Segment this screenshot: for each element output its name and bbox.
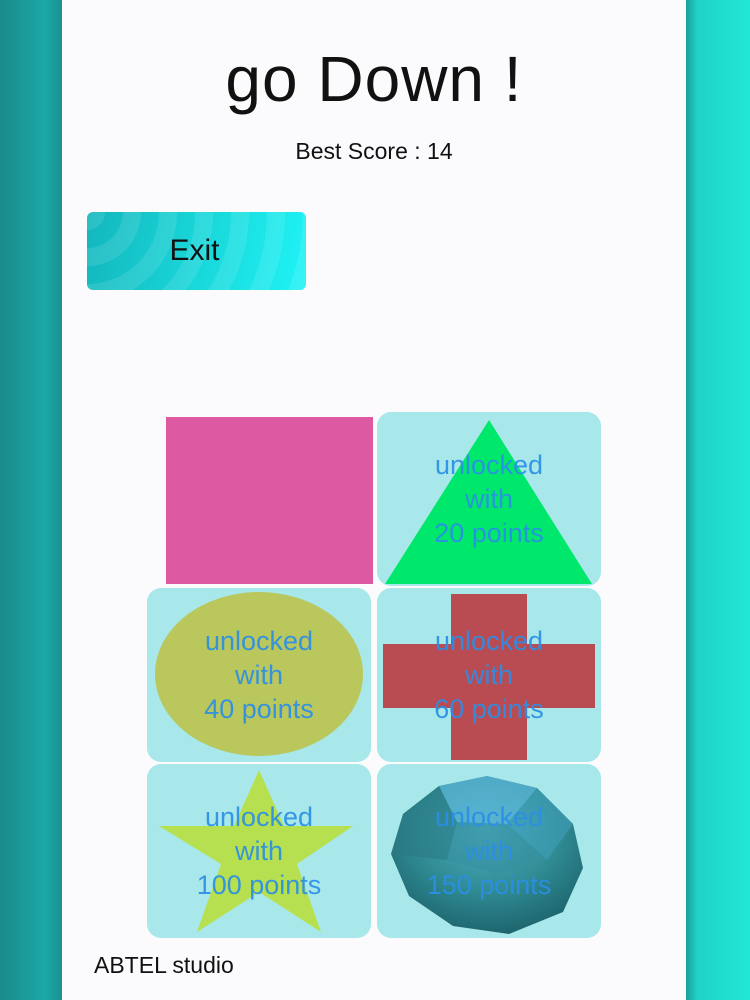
square-icon <box>166 417 373 584</box>
shape-triangle-tile[interactable]: unlocked with 20 points <box>377 412 601 586</box>
shape-star-tile[interactable]: unlocked with 100 points <box>147 764 371 938</box>
game-screen: go Down ! Best Score : 14 Exit unlocked … <box>62 0 686 1000</box>
best-score: Best Score : 14 <box>295 138 453 164</box>
shape-cross-tile[interactable]: unlocked with 60 points <box>377 588 601 762</box>
studio-credit: ABTEL studio <box>94 952 234 978</box>
unlock-requirement-circle: unlocked with 40 points <box>204 626 314 724</box>
unlock-requirement-sphere: unlocked with 150 points <box>426 802 552 900</box>
unlock-requirement-triangle: unlocked with 20 points <box>434 450 544 548</box>
shape-square-tile[interactable] <box>166 417 373 584</box>
exit-button-label: Exit <box>169 234 220 267</box>
shape-sphere-tile[interactable]: unlocked with 150 points <box>377 764 601 938</box>
shape-circle-tile[interactable]: unlocked with 40 points <box>147 588 371 762</box>
unlock-requirement-cross: unlocked with 60 points <box>434 626 544 724</box>
game-title: go Down ! <box>225 43 523 115</box>
unlock-requirement-star: unlocked with 100 points <box>196 802 322 900</box>
exit-button[interactable]: Exit <box>87 212 306 290</box>
